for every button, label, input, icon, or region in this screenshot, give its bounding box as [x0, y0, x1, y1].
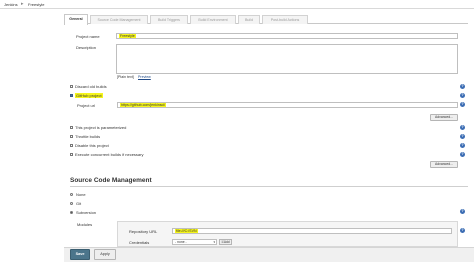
tab-build-triggers[interactable]: Build Triggers	[150, 15, 188, 24]
discard-old-builds-checkbox[interactable]	[70, 85, 73, 88]
tab-source-code-management[interactable]: Source Code Management	[90, 15, 148, 24]
apply-button[interactable]: Apply	[94, 249, 116, 260]
help-icon[interactable]: ?	[460, 134, 465, 139]
form-actions-bar	[64, 247, 474, 262]
project-name-input[interactable]: Freestyle	[116, 33, 458, 39]
help-icon[interactable]: ?	[460, 102, 465, 107]
scm-git-label: Git	[76, 201, 82, 206]
tab-post-build-actions[interactable]: Post-build Actions	[262, 15, 308, 24]
repository-url-label: Repository URL	[129, 229, 158, 234]
preview-link[interactable]: Preview	[138, 75, 151, 79]
config-tabs: General Source Code Management Build Tri…	[64, 14, 468, 25]
help-icon[interactable]: ?	[460, 143, 465, 148]
repository-url-input[interactable]: file:///C:/SVN	[172, 228, 452, 234]
advanced-button[interactable]: Advanced...	[430, 114, 458, 121]
credentials-label: Credentials	[129, 240, 150, 245]
throttle-builds-checkbox[interactable]	[70, 135, 73, 138]
parameterized-checkbox[interactable]	[70, 126, 73, 129]
github-project-checkbox[interactable]	[70, 94, 73, 97]
save-button[interactable]: Save	[70, 249, 90, 260]
project-url-input[interactable]: https://github.com/jenkinsci/	[117, 102, 458, 108]
breadcrumb-jenkins[interactable]: Jenkins	[4, 2, 18, 7]
chevron-down-icon: ▾	[213, 240, 215, 244]
credentials-value: - none -	[175, 240, 187, 244]
throttle-builds-label: Throttle builds	[75, 134, 101, 139]
disable-project-label: Disable this project	[75, 143, 109, 148]
scm-section-title: Source Code Management	[70, 177, 152, 184]
scm-subversion-radio[interactable]	[70, 211, 73, 214]
modules-label: Modules	[77, 222, 93, 227]
project-url-value: https://github.com/jenkinsci/	[120, 103, 167, 107]
repository-url-value: file:///C:/SVN	[175, 229, 198, 233]
breadcrumb-separator: ▸	[21, 1, 24, 7]
scm-section-divider	[70, 186, 468, 187]
help-icon[interactable]: ?	[460, 228, 465, 233]
breadcrumb-job[interactable]: Freestyle	[28, 2, 44, 7]
scm-git-radio[interactable]	[70, 202, 73, 205]
tab-build-environment[interactable]: Build Environment	[190, 15, 236, 24]
help-icon[interactable]: ?	[460, 152, 465, 157]
description-label: Description	[76, 45, 97, 50]
github-project-label: GitHub project	[75, 93, 103, 98]
credentials-select[interactable]: - none - ▾	[172, 239, 217, 245]
help-icon[interactable]: ?	[460, 125, 465, 130]
scm-none-radio[interactable]	[70, 193, 73, 196]
project-url-label: Project url	[77, 103, 96, 108]
breadcrumb: Jenkins ▸ Freestyle	[0, 0, 474, 9]
plain-text-label: [Plain text]	[117, 75, 134, 79]
help-icon[interactable]: ?	[460, 209, 465, 214]
tab-build[interactable]: Build	[238, 15, 260, 24]
help-icon[interactable]: ?	[460, 84, 465, 89]
parameterized-label: This project is parameterized	[75, 125, 127, 130]
help-icon[interactable]: ?	[460, 93, 465, 98]
tab-general[interactable]: General	[64, 14, 88, 25]
add-credentials-button[interactable]: ⚿Add	[219, 239, 232, 245]
concurrent-builds-label: Execute concurrent builds if necessary	[75, 152, 144, 157]
description-textarea[interactable]	[116, 44, 458, 74]
modules-panel	[117, 221, 458, 247]
discard-old-builds-label: Discard old builds	[75, 84, 107, 89]
advanced-button[interactable]: Advanced...	[430, 161, 458, 168]
disable-project-checkbox[interactable]	[70, 144, 73, 147]
project-name-value: Freestyle	[119, 34, 136, 38]
concurrent-builds-checkbox[interactable]	[70, 153, 73, 156]
project-name-label: Project name	[76, 34, 100, 39]
scm-subversion-label: Subversion	[76, 210, 97, 215]
add-credentials-label: Add	[223, 240, 230, 244]
scm-none-label: None	[76, 192, 86, 197]
